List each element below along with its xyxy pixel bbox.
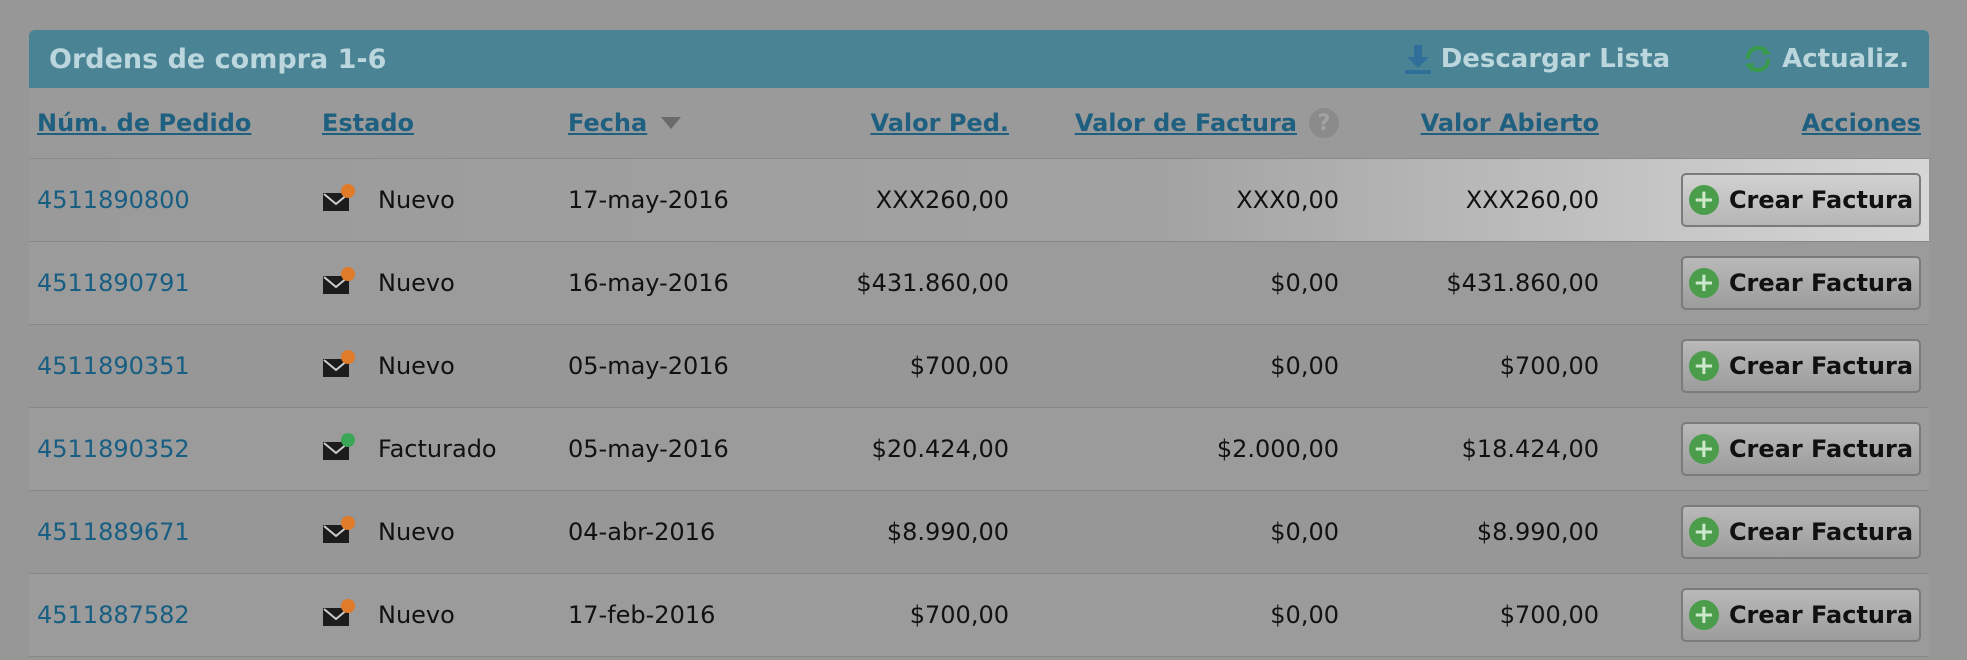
open-value: $18.424,00 [1461, 435, 1599, 463]
open-value: $700,00 [1499, 601, 1599, 629]
order-number-link[interactable]: 4511890791 [37, 269, 190, 297]
order-number-link[interactable]: 4511890800 [37, 186, 190, 214]
create-invoice-label: Crear Factura [1728, 518, 1914, 546]
table-row: 4511890791 Nuevo 16-may-2016 $431.860,00… [29, 242, 1929, 325]
invoiced-envelope-icon [323, 433, 355, 460]
new-envelope-icon [323, 599, 355, 626]
order-number-link[interactable]: 4511889671 [37, 518, 190, 546]
order-date: 16-may-2016 [568, 269, 729, 297]
status-icon [322, 515, 378, 549]
create-invoice-button[interactable]: + Crear Factura [1681, 173, 1921, 227]
sort-descending-icon[interactable] [661, 117, 682, 129]
new-envelope-icon [323, 350, 355, 377]
order-number-link[interactable]: 4511890352 [37, 435, 190, 463]
order-value: $700,00 [909, 601, 1009, 629]
col-header-status[interactable]: Estado [322, 109, 414, 137]
col-header-order-number[interactable]: Núm. de Pedido [37, 109, 251, 137]
table-header: Núm. de Pedido Estado Fecha Valor Ped. V… [29, 88, 1929, 159]
download-list-label: Descargar Lista [1440, 44, 1671, 74]
order-number-link[interactable]: 4511887582 [37, 601, 190, 629]
status-text: Facturado [378, 435, 497, 463]
help-icon[interactable]: ? [1309, 108, 1339, 138]
open-value: XXX260,00 [1465, 186, 1599, 214]
status-text: Nuevo [378, 518, 455, 546]
status-icon [322, 183, 378, 217]
status-icon [322, 598, 378, 632]
col-header-open-value[interactable]: Valor Abierto [1421, 109, 1599, 137]
refresh-button[interactable]: Actualiz. [1742, 43, 1909, 75]
invoice-value: $0,00 [1270, 352, 1339, 380]
table-row: 4511889671 Nuevo 04-abr-2016 $8.990,00 $… [29, 491, 1929, 574]
create-invoice-button[interactable]: + Crear Factura [1681, 339, 1921, 393]
order-value: $431.860,00 [856, 269, 1009, 297]
plus-circle-icon: + [1688, 351, 1719, 381]
invoice-value: $0,00 [1270, 601, 1339, 629]
open-value: $8.990,00 [1476, 518, 1599, 546]
plus-circle-icon: + [1688, 517, 1719, 547]
order-date: 17-feb-2016 [568, 601, 716, 629]
col-header-date[interactable]: Fecha [568, 109, 647, 137]
purchase-orders-panel: Ordens de compra 1-6 Descargar Lista Act… [29, 30, 1929, 657]
create-invoice-button[interactable]: + Crear Factura [1681, 505, 1921, 559]
create-invoice-button[interactable]: + Crear Factura [1681, 422, 1921, 476]
table-body: 4511890800 Nuevo 17-may-2016 XXX260,00 X… [29, 159, 1929, 657]
order-number-link[interactable]: 4511890351 [37, 352, 190, 380]
table-row: 4511887582 Nuevo 17-feb-2016 $700,00 $0,… [29, 574, 1929, 657]
table-row: 4511890351 Nuevo 05-may-2016 $700,00 $0,… [29, 325, 1929, 408]
table-row: 4511890352 Facturado 05-may-2016 $20.424… [29, 408, 1929, 491]
plus-circle-icon: + [1688, 600, 1719, 630]
create-invoice-button[interactable]: + Crear Factura [1681, 588, 1921, 642]
refresh-icon [1745, 45, 1772, 73]
create-invoice-label: Crear Factura [1728, 186, 1914, 214]
create-invoice-label: Crear Factura [1728, 435, 1914, 463]
invoice-value: $2.000,00 [1216, 435, 1339, 463]
refresh-label: Actualiz. [1782, 44, 1909, 74]
panel-title: Ordens de compra 1-6 [49, 43, 387, 75]
new-envelope-icon [323, 184, 355, 211]
new-envelope-icon [323, 516, 355, 543]
order-value: $20.424,00 [871, 435, 1009, 463]
status-text: Nuevo [378, 186, 455, 214]
status-icon [322, 432, 378, 466]
col-header-invoice-value[interactable]: Valor de Factura [1075, 109, 1297, 137]
create-invoice-label: Crear Factura [1728, 601, 1914, 629]
order-value: $8.990,00 [886, 518, 1009, 546]
open-value: $431.860,00 [1446, 269, 1599, 297]
status-text: Nuevo [378, 601, 455, 629]
status-icon [322, 266, 378, 300]
open-value: $700,00 [1499, 352, 1599, 380]
order-value: XXX260,00 [875, 186, 1009, 214]
plus-circle-icon: + [1688, 268, 1719, 298]
create-invoice-label: Crear Factura [1728, 352, 1914, 380]
status-icon [322, 349, 378, 383]
plus-circle-icon: + [1688, 185, 1719, 215]
invoice-value: XXX0,00 [1236, 186, 1339, 214]
order-date: 05-may-2016 [568, 435, 729, 463]
table-row: 4511890800 Nuevo 17-may-2016 XXX260,00 X… [29, 159, 1929, 242]
download-icon [1404, 45, 1431, 74]
col-header-actions[interactable]: Acciones [1802, 109, 1921, 137]
order-value: $700,00 [909, 352, 1009, 380]
create-invoice-label: Crear Factura [1728, 269, 1914, 297]
col-header-order-value[interactable]: Valor Ped. [870, 109, 1009, 137]
status-text: Nuevo [378, 269, 455, 297]
status-text: Nuevo [378, 352, 455, 380]
panel-header: Ordens de compra 1-6 Descargar Lista Act… [29, 30, 1929, 88]
order-date: 05-may-2016 [568, 352, 729, 380]
plus-circle-icon: + [1688, 434, 1719, 464]
order-date: 04-abr-2016 [568, 518, 716, 546]
create-invoice-button[interactable]: + Crear Factura [1681, 256, 1921, 310]
invoice-value: $0,00 [1270, 518, 1339, 546]
download-list-button[interactable]: Descargar Lista [1403, 43, 1670, 75]
invoice-value: $0,00 [1270, 269, 1339, 297]
new-envelope-icon [323, 267, 355, 294]
order-date: 17-may-2016 [568, 186, 729, 214]
